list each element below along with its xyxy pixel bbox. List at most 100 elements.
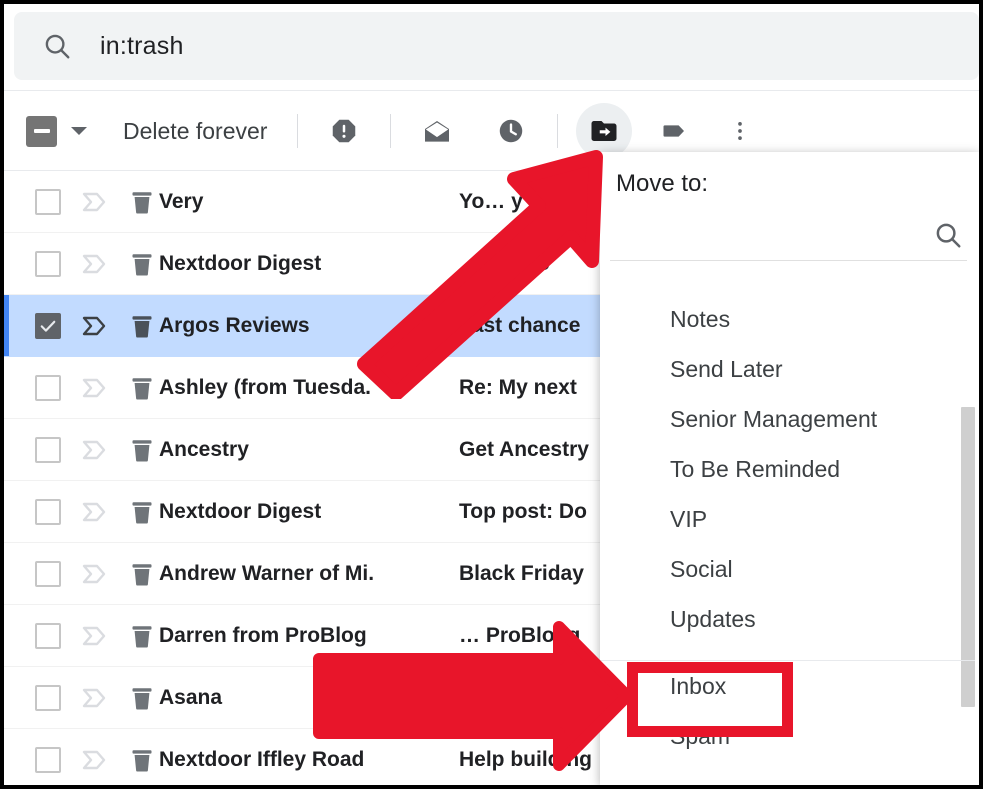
delete-forever-button[interactable]: Delete forever xyxy=(123,118,267,145)
importance-marker-icon[interactable] xyxy=(81,439,107,461)
trash-can-icon xyxy=(132,749,152,771)
importance-marker-icon[interactable] xyxy=(81,191,107,213)
importance-chevron-icon xyxy=(82,688,106,707)
menu-item-updates[interactable]: Updates xyxy=(600,594,979,644)
menu-item-to-be-reminded[interactable]: To Be Reminded xyxy=(600,444,979,494)
trash-icon xyxy=(131,686,153,710)
email-sender: Ancestry xyxy=(159,437,249,461)
trash-can-icon xyxy=(132,625,152,647)
importance-chevron-icon xyxy=(82,254,106,273)
importance-chevron-icon xyxy=(82,316,106,335)
menu-item-send-later[interactable]: Send Later xyxy=(600,344,979,394)
importance-marker-icon[interactable] xyxy=(81,315,107,337)
importance-chevron-icon xyxy=(82,564,106,583)
snooze-button[interactable] xyxy=(483,103,539,159)
trash-can-icon xyxy=(132,439,152,461)
snooze-clock-icon xyxy=(500,119,523,143)
move-to-search-row[interactable] xyxy=(610,214,967,261)
trash-can-icon xyxy=(132,253,152,275)
row-checkbox[interactable] xyxy=(35,374,61,401)
row-checkbox[interactable] xyxy=(35,188,61,215)
more-options-button[interactable] xyxy=(712,103,768,159)
email-sender: Nextdoor Digest xyxy=(159,499,322,523)
page-edge-sliver xyxy=(975,171,979,785)
mark-as-read-button[interactable] xyxy=(409,103,465,159)
trash-icon xyxy=(131,314,153,338)
importance-marker-icon[interactable] xyxy=(81,563,107,585)
importance-marker-icon[interactable] xyxy=(81,501,107,523)
menu-item-notes[interactable]: Notes xyxy=(600,294,979,344)
report-spam-button[interactable] xyxy=(316,103,372,159)
trash-icon xyxy=(131,562,153,586)
row-checkbox[interactable] xyxy=(35,250,61,277)
search-icon xyxy=(45,34,70,59)
move-to-button[interactable] xyxy=(576,103,633,159)
menu-item-vip[interactable]: VIP xyxy=(600,494,979,544)
trash-can-icon xyxy=(132,687,152,709)
email-sender: Ashley (from Tuesda. xyxy=(159,375,371,399)
importance-chevron-icon xyxy=(82,626,106,645)
menu-item-clipped-top[interactable] xyxy=(600,272,979,294)
menu-item-social[interactable]: Social xyxy=(600,544,979,594)
labels-button[interactable] xyxy=(648,103,704,159)
importance-chevron-icon xyxy=(82,378,106,397)
toolbar-separator xyxy=(557,114,559,148)
row-checkbox[interactable] xyxy=(35,312,61,339)
trash-icon xyxy=(131,376,153,400)
trash-can-icon xyxy=(132,191,152,213)
row-checkbox[interactable] xyxy=(35,498,61,525)
trash-icon xyxy=(131,438,153,462)
email-sender: Nextdoor Digest xyxy=(159,251,322,275)
inbox-highlight-box xyxy=(627,662,793,737)
toolbar-separator xyxy=(297,114,299,148)
trash-can-icon xyxy=(132,377,152,399)
report-spam-icon xyxy=(333,119,356,143)
row-checkbox[interactable] xyxy=(35,622,61,649)
move-to-folder-icon xyxy=(591,121,617,141)
search-bar[interactable]: in:trash xyxy=(14,12,979,80)
trash-icon xyxy=(131,500,153,524)
email-sender: Asana xyxy=(159,685,223,709)
gmail-app-window: in:trash Delete forever Very Yo… y St Ne… xyxy=(4,4,979,785)
trash-can-icon xyxy=(132,563,152,585)
email-sender: Very xyxy=(159,189,204,213)
trash-icon xyxy=(131,748,153,772)
importance-marker-icon[interactable] xyxy=(81,253,107,275)
mark-as-read-icon xyxy=(425,121,450,142)
trash-icon xyxy=(131,252,153,276)
importance-chevron-icon xyxy=(82,192,106,211)
search-icon xyxy=(936,223,961,248)
trash-icon xyxy=(131,624,153,648)
menu-item-senior-management[interactable]: Senior Management xyxy=(600,394,979,444)
row-checkbox[interactable] xyxy=(35,746,61,773)
search-input-value[interactable]: in:trash xyxy=(100,32,184,61)
importance-chevron-icon xyxy=(82,750,106,769)
trash-icon xyxy=(131,190,153,214)
importance-chevron-icon xyxy=(82,502,106,521)
move-to-search-input[interactable] xyxy=(614,218,918,254)
trash-can-icon xyxy=(132,501,152,523)
email-sender: Darren from ProBlog xyxy=(159,623,367,647)
importance-marker-icon[interactable] xyxy=(81,377,107,399)
select-all-control[interactable] xyxy=(26,115,87,147)
row-checkbox[interactable] xyxy=(35,436,61,463)
email-sender: Nextdoor Iffley Road xyxy=(159,747,365,771)
email-sender: Argos Reviews xyxy=(159,313,310,337)
trash-can-icon xyxy=(132,315,152,337)
importance-chevron-icon xyxy=(82,440,106,459)
more-vertical-icon xyxy=(738,122,743,140)
row-checkbox[interactable] xyxy=(35,684,61,711)
importance-marker-icon[interactable] xyxy=(81,749,107,771)
toolbar-separator xyxy=(390,114,392,148)
indeterminate-dash-icon xyxy=(33,129,50,133)
importance-marker-icon[interactable] xyxy=(81,687,107,709)
checkmark-icon xyxy=(40,320,56,332)
move-to-label-list[interactable]: Notes Send Later Senior Management To Be Re… xyxy=(600,272,979,658)
importance-marker-icon[interactable] xyxy=(81,625,107,647)
label-tag-icon xyxy=(663,125,685,137)
move-to-title: Move to: xyxy=(616,170,709,197)
chevron-down-icon[interactable] xyxy=(71,127,87,135)
email-sender: Andrew Warner of Mi. xyxy=(159,561,375,585)
select-all-checkbox[interactable] xyxy=(26,115,57,147)
row-checkbox[interactable] xyxy=(35,560,61,587)
